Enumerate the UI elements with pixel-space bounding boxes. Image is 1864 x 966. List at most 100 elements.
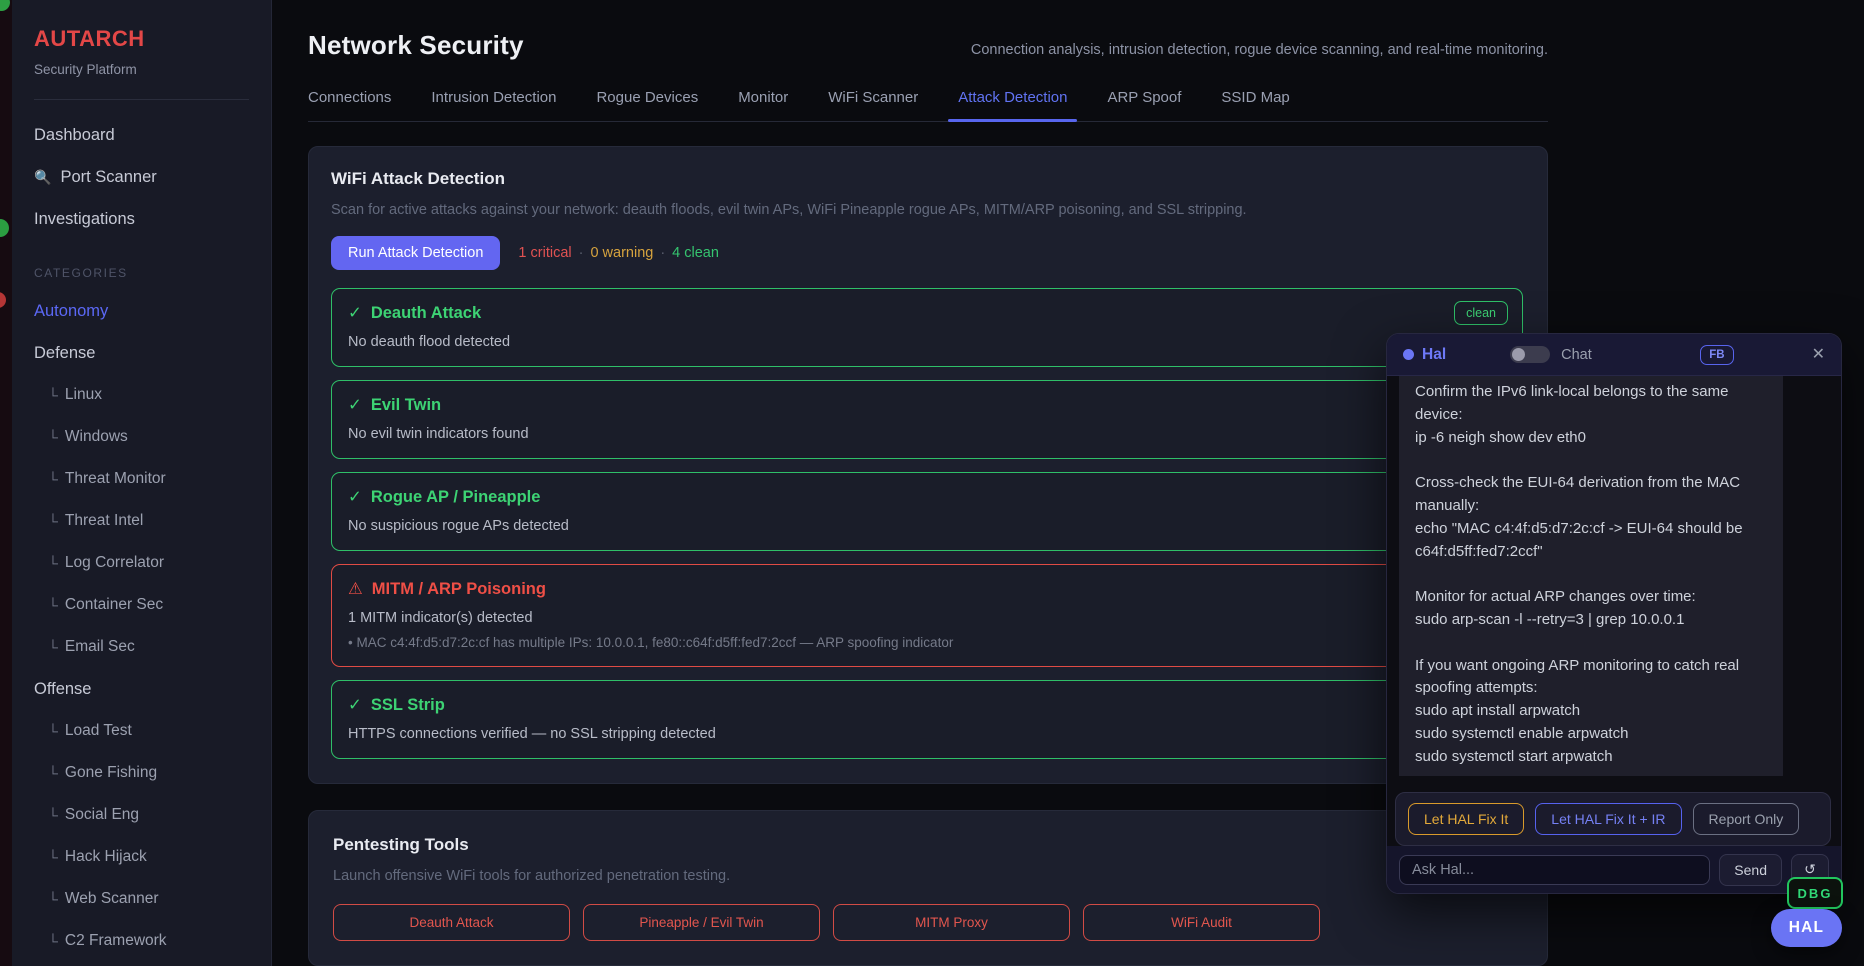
sidebar-item[interactable]: └ Threat Intel [34,500,249,542]
sidebar-item-label: Log Correlator [65,554,164,572]
sidebar-item[interactable]: Investigations [34,198,249,240]
run-attack-detection-button[interactable]: Run Attack Detection [331,236,500,270]
message-line: Cross-check the EUI-64 derivation from t… [1415,472,1767,518]
sidebar-item[interactable]: Autonomy [34,290,249,332]
chat-mode-label: Chat [1561,347,1592,363]
tree-branch-glyph: └ [48,807,58,823]
chat-action-button[interactable]: Report Only [1693,803,1800,835]
sidebar-item-label: Threat Intel [65,512,143,530]
sidebar-item[interactable]: └ Load Test [34,710,249,752]
close-icon[interactable]: ✕ [1812,347,1825,363]
page-subtitle: Connection analysis, intrusion detection… [971,42,1548,61]
tab[interactable]: ARP Spoof [1107,89,1181,121]
result-title: ✓ Deauth Attack [348,303,1506,323]
sidebar-item[interactable]: └ Log Correlator [34,542,249,584]
wifi-attack-detection-card: WiFi Attack Detection Scan for active at… [308,146,1548,784]
sidebar-item[interactable]: Dashboard [34,114,249,156]
tab[interactable]: Attack Detection [958,89,1067,121]
tab[interactable]: Connections [308,89,391,121]
sidebar-item[interactable]: CATEGORIES [34,256,249,290]
result-status-icon: ✓ [348,395,362,415]
sidebar-item[interactable]: └ Container Sec [34,584,249,626]
sidebar-item-label: Port Scanner [60,168,156,187]
tab[interactable]: SSID Map [1221,89,1289,121]
sidebar-item-label: Dashboard [34,126,115,145]
chat-action-button[interactable]: Let HAL Fix It + IR [1535,803,1681,835]
sidebar-item-label: Defense [34,344,95,363]
result-detail: No evil twin indicators found [348,426,1506,442]
message-line: sudo systemctl start arpwatch [1415,746,1767,769]
detection-result-card: ✓ Deauth Attack No deauth flood detected… [331,288,1523,367]
chat-mode-toggle[interactable] [1510,346,1550,363]
sidebar-item[interactable]: └ Social Eng [34,794,249,836]
chat-action-button[interactable]: Let HAL Fix It [1408,803,1524,835]
chat-header: Hal Chat FB ✕ [1387,334,1841,376]
tree-branch-glyph: └ [48,765,58,781]
tree-branch-glyph: └ [48,429,58,445]
tab[interactable]: Intrusion Detection [431,89,556,121]
sidebar-item[interactable]: 🔍 Port Scanner [34,156,249,198]
tab[interactable]: WiFi Scanner [828,89,918,121]
result-detail: No suspicious rogue APs detected [348,518,1506,534]
result-title-label: Rogue AP / Pineapple [371,488,541,507]
edge-red-dot [0,292,6,308]
tree-branch-glyph: └ [48,639,58,655]
sidebar-item-label: Web Scanner [65,890,159,908]
sidebar-item[interactable]: └ C2 Framework [34,920,249,962]
sidebar-item[interactable]: └ Linux [34,374,249,416]
result-title-label: SSL Strip [371,696,445,715]
sidebar-item[interactable]: Offense [34,668,249,710]
message-line [1415,632,1767,655]
sidebar-item-label: C2 Framework [65,932,167,950]
pentesting-buttons-row: Deauth Attack Pineapple / Evil Twin MITM P… [333,904,1523,941]
fb-badge[interactable]: FB [1700,345,1733,365]
message-line [1415,449,1767,472]
chat-input-row: Send ↺ [1387,846,1841,893]
wifi-attack-detection-title: WiFi Attack Detection [331,169,1523,189]
message-line: sudo apt install arpwatch [1415,700,1767,723]
chat-input[interactable] [1399,855,1710,885]
wifi-attack-detection-description: Scan for active attacks against your net… [331,202,1523,218]
chat-message-area[interactable]: Confirm the IPv6 link-local belongs to t… [1387,376,1841,776]
sidebar-item[interactable]: └ Web Scanner [34,878,249,920]
dbg-badge[interactable]: DBG [1787,877,1843,909]
send-button[interactable]: Send [1719,854,1782,886]
sidebar-item[interactable]: └ Hack Hijack [34,836,249,878]
sidebar-item-label: Offense [34,680,91,699]
sidebar-item-label: Windows [65,428,128,446]
tree-branch-glyph: └ [48,471,58,487]
message-line [1415,563,1767,586]
sidebar-item[interactable]: └ Threat Monitor [34,458,249,500]
result-status-icon: ✓ [348,695,362,715]
result-detail: 1 MITM indicator(s) detected [348,610,1506,626]
tree-branch-glyph: └ [48,933,58,949]
clean-count: 4 clean [672,245,719,261]
separator: · [579,245,584,261]
hal-launcher-button[interactable]: HAL [1771,909,1842,947]
pentesting-tools-card: Pentesting Tools Launch offensive WiFi t… [308,810,1548,966]
scan-summary: 1 critical · 0 warning · 4 clean [518,245,719,261]
pentest-tool-button[interactable]: WiFi Audit [1083,904,1320,941]
pentest-tool-button[interactable]: Pineapple / Evil Twin [583,904,820,941]
tab[interactable]: Monitor [738,89,788,121]
detection-result-card: ✓ Evil Twin No evil twin indicators foun… [331,380,1523,459]
sidebar-item[interactable]: └ Email Sec [34,626,249,668]
result-title-label: MITM / ARP Poisoning [372,580,546,599]
sidebar-item[interactable]: └ Windows [34,416,249,458]
tab[interactable]: Rogue Devices [596,89,698,121]
pentest-tool-button[interactable]: Deauth Attack [333,904,570,941]
sidebar-item-label: Load Test [65,722,132,740]
message-line: ip -6 neigh show dev eth0 [1415,427,1767,450]
pentest-tool-button[interactable]: MITM Proxy [833,904,1070,941]
result-title: ✓ Evil Twin [348,395,1506,415]
result-status-icon: ✓ [348,303,362,323]
tree-branch-glyph: └ [48,723,58,739]
message-line: sudo arp-scan -l --retry=3 | grep 10.0.0… [1415,609,1767,632]
sidebar-item[interactable]: └ Gone Fishing [34,752,249,794]
tree-branch-glyph: └ [48,891,58,907]
result-indicator-bullet: • MAC c4:4f:d5:d7:2c:cf has multiple IPs… [348,635,1506,650]
toggle-knob [1512,348,1525,361]
sidebar-item[interactable]: Defense [34,332,249,374]
separator: · [660,245,665,261]
critical-count: 1 critical [518,245,571,261]
